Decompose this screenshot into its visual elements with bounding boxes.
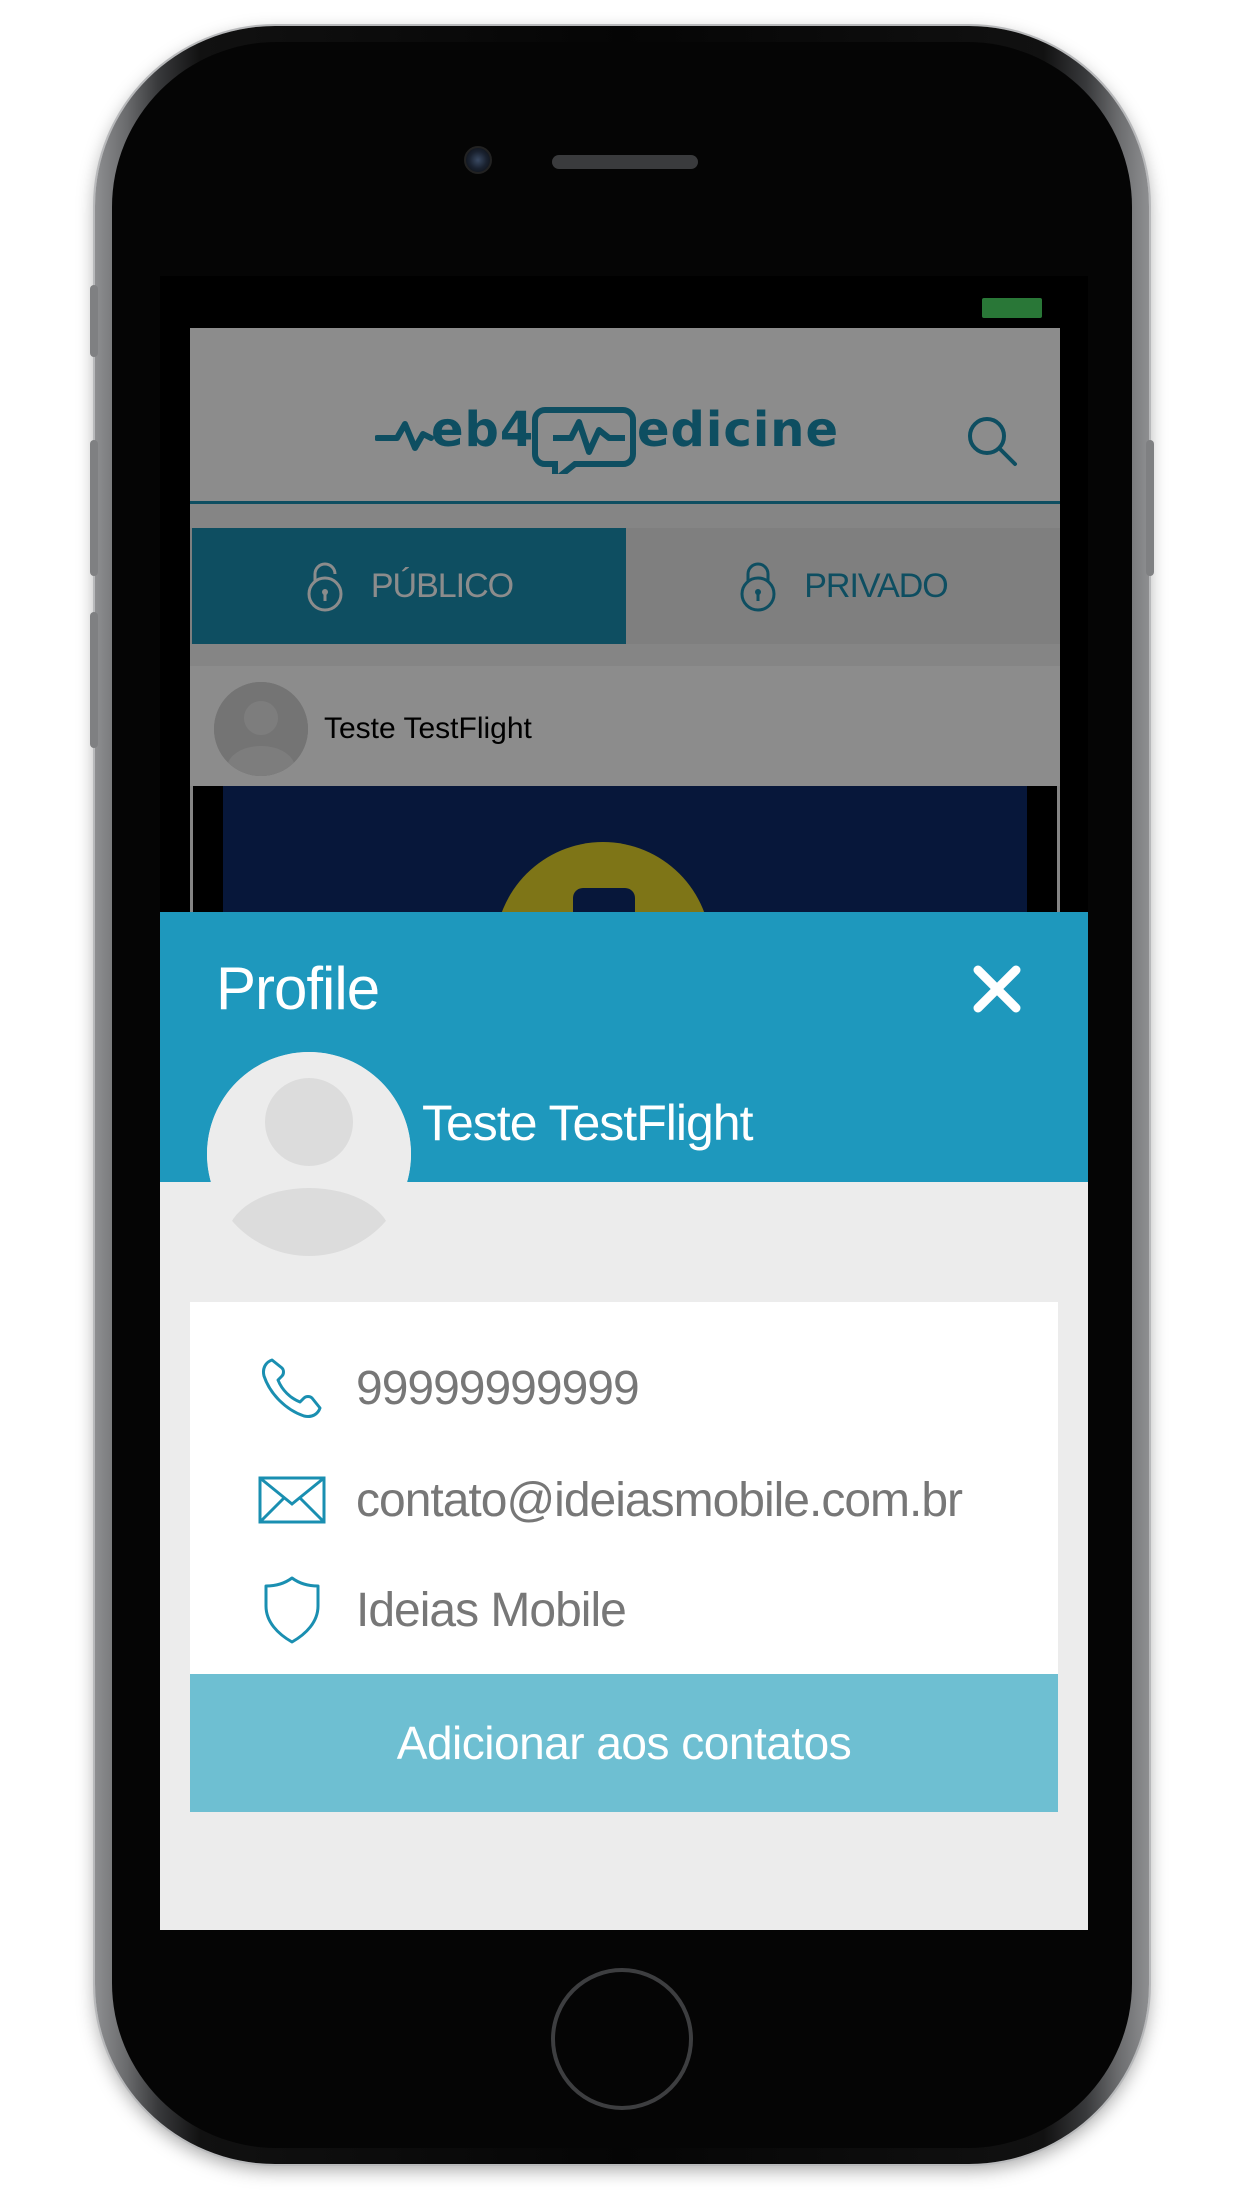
profile-name: Teste TestFlight [422, 1095, 753, 1151]
email-icon [258, 1476, 326, 1524]
power-button [1146, 440, 1154, 576]
profile-sheet: Profile Teste TestFlight 99999999999 con… [160, 912, 1088, 1930]
email-row[interactable]: contato@ideiasmobile.com.br [190, 1450, 1058, 1550]
company-row[interactable]: Ideias Mobile [190, 1560, 1058, 1660]
front-camera [464, 146, 492, 174]
volume-down-button [90, 612, 98, 748]
page-title: Profile [216, 955, 380, 1022]
close-button[interactable] [968, 960, 1026, 1018]
modal-backdrop[interactable] [160, 276, 1088, 912]
add-to-contacts-button[interactable]: Adicionar aos contatos [190, 1674, 1058, 1812]
phone-number: 99999999999 [356, 1361, 640, 1415]
company-name: Ideias Mobile [356, 1583, 627, 1637]
shield-icon [264, 1576, 320, 1644]
avatar [207, 1052, 411, 1256]
avatar-placeholder-icon [207, 1052, 411, 1256]
close-icon [973, 965, 1021, 1013]
phone-icon [262, 1358, 322, 1418]
screen: eb4 edicine PÚBLICO PRIVADO Teste TestFl… [160, 276, 1088, 1930]
volume-up-button [90, 440, 98, 576]
home-button[interactable] [551, 1968, 693, 2110]
contact-info-card: 99999999999 contato@ideiasmobile.com.br … [190, 1302, 1058, 1674]
mute-switch [90, 285, 98, 357]
earpiece-speaker [552, 155, 698, 169]
email-address: contato@ideiasmobile.com.br [356, 1473, 963, 1527]
phone-row[interactable]: 99999999999 [190, 1338, 1058, 1438]
